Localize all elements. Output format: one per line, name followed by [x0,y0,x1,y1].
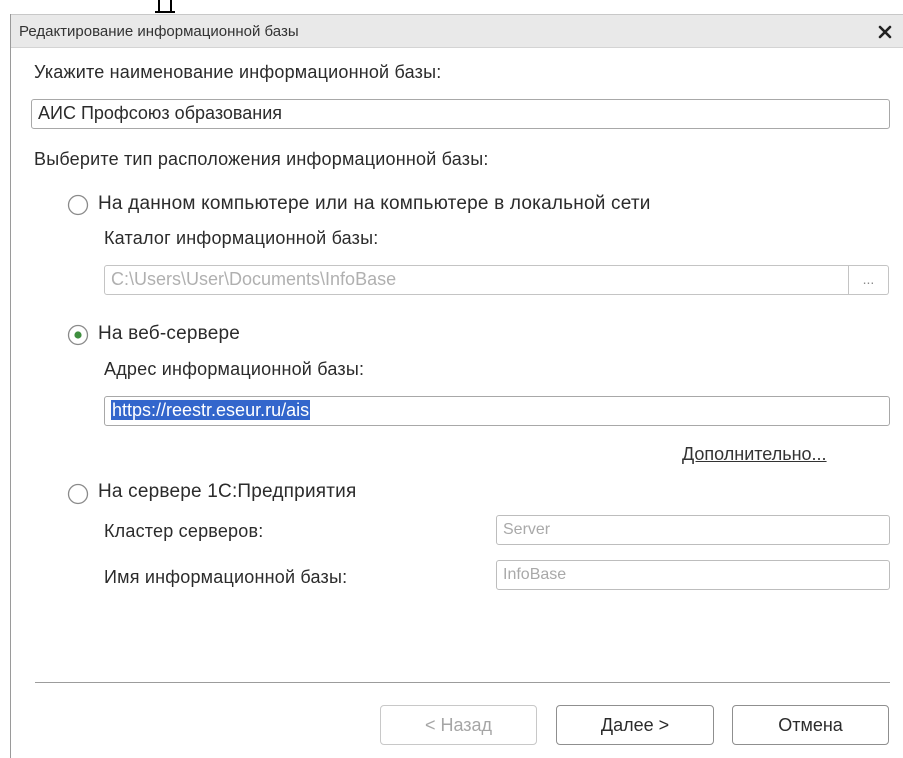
close-button[interactable] [872,19,898,45]
radio-server[interactable] [67,483,89,505]
cluster-input[interactable]: Server [496,515,890,545]
radio-unchecked-icon [67,194,89,216]
db-name-value: InfoBase [503,566,567,583]
infobase-name-value: АИС Профсоюз образования [38,103,282,123]
radio-server-label[interactable]: На сервере 1С:Предприятия [98,481,356,503]
more-settings-link[interactable]: Дополнительно... [682,444,827,465]
radio-web[interactable] [67,324,89,346]
radio-local-label[interactable]: На данном компьютере или на компьютере в… [98,193,651,215]
close-icon [878,25,892,39]
radio-unchecked-icon [67,483,89,505]
address-label: Адрес информационной базы: [104,359,365,379]
next-button[interactable]: Далее > [556,705,714,745]
cancel-button[interactable]: Отмена [732,705,889,745]
name-label: Укажите наименование информационной базы… [34,62,442,82]
address-input[interactable]: https://reestr.eseur.ru/ais [104,396,890,426]
browse-catalog-button[interactable]: ... [849,265,889,295]
radio-local[interactable] [67,194,89,216]
address-value: https://reestr.eseur.ru/ais [111,400,311,420]
title-bar: Редактирование информационной базы [11,14,903,48]
cluster-label: Кластер серверов: [104,521,264,541]
back-button[interactable]: < Назад [380,705,537,745]
radio-web-label[interactable]: На веб-сервере [98,323,240,345]
window-title: Редактирование информационной базы [19,23,299,40]
catalog-value: C:\Users\User\Documents\InfoBase [111,269,397,289]
radio-checked-icon [67,324,89,346]
cropped-top-artifact [150,0,180,14]
infobase-name-input[interactable]: АИС Профсоюз образования [31,99,890,129]
db-name-label: Имя информационной базы: [104,567,348,587]
location-type-label: Выберите тип расположения информационной… [34,149,489,169]
catalog-input[interactable]: C:\Users\User\Documents\InfoBase [104,265,849,295]
catalog-label: Каталог информационной базы: [104,228,379,248]
db-name-input[interactable]: InfoBase [496,560,890,590]
footer-separator [35,682,890,683]
cluster-value: Server [503,521,551,538]
dialog-window: Редактирование информационной базы Укажи… [10,14,903,758]
